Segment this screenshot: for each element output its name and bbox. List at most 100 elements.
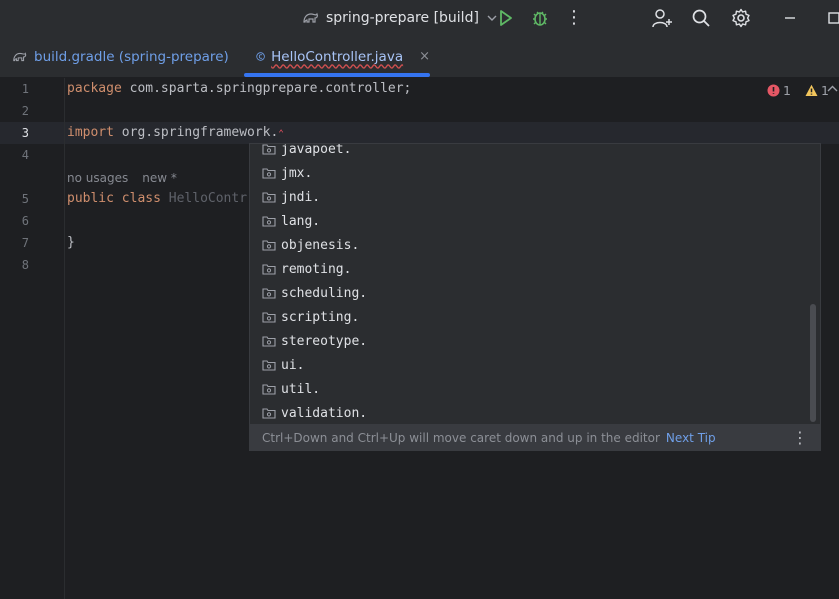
maximize-icon [828, 12, 839, 24]
completion-item-label: scheduling. [281, 285, 368, 301]
line-number: 3 [21, 126, 29, 140]
editor-tab-bar: build.gradle (spring-prepare) HelloContr… [0, 36, 839, 78]
completion-item-label: jmx. [281, 165, 313, 181]
completion-footer: Ctrl+Down and Ctrl+Up will move caret do… [250, 424, 820, 450]
completion-item[interactable]: remoting. [262, 257, 351, 281]
code-vision-hint[interactable]: no usages new * [67, 171, 191, 185]
code-text: com.sparta.springprepare.controller; [121, 81, 412, 96]
completion-item-label: validation. [281, 405, 368, 421]
completion-item[interactable]: jmx. [262, 161, 312, 185]
debug-button[interactable] [528, 6, 552, 30]
tip-text: Ctrl+Down and Ctrl+Up will move caret do… [262, 431, 660, 445]
more-vertical-icon[interactable]: ⋮ [562, 6, 586, 30]
completion-item-label: util. [281, 381, 321, 397]
completion-item-label: ui. [281, 357, 305, 373]
package-icon [262, 144, 276, 155]
usages-hint[interactable]: no usages [67, 171, 128, 185]
completion-item[interactable]: ui. [262, 353, 304, 377]
completion-item-label: scripting. [281, 309, 360, 325]
line-number: 5 [21, 192, 29, 206]
keyword: import [67, 125, 114, 140]
package-icon [262, 192, 276, 203]
settings-button[interactable] [729, 6, 753, 30]
completion-item-label: lang. [281, 213, 321, 229]
tab-build-gradle[interactable]: build.gradle (spring-prepare) [12, 36, 229, 77]
search-button[interactable] [689, 6, 713, 30]
completion-item[interactable]: scheduling. [262, 281, 367, 305]
package-icon [262, 264, 276, 275]
completion-item-label: jndi. [281, 189, 321, 205]
class-name: HelloContr [168, 191, 248, 206]
code-text: org.springframework. [113, 125, 279, 140]
completion-item[interactable]: javapoet. [262, 144, 351, 161]
completion-list[interactable]: javapoet. jmx. jndi. lang. objenesis. remotin… [250, 144, 820, 424]
run-icon [500, 10, 512, 26]
code-line: import org.springframework.⌃ [67, 125, 284, 140]
package-icon [262, 336, 276, 347]
title-bar: spring-prepare [build] ⋮ [0, 0, 839, 36]
line-number: 6 [21, 214, 29, 228]
keyword: package [67, 81, 122, 96]
minimize-icon [785, 17, 795, 19]
tab-label: HelloController.java [271, 48, 404, 65]
completion-item[interactable]: stereotype. [262, 329, 367, 353]
next-tip-link[interactable]: Next Tip [666, 431, 716, 445]
gutter-divider [64, 78, 65, 599]
gradle-icon [303, 12, 318, 23]
line-number: 7 [21, 236, 29, 250]
minimize-button[interactable] [778, 6, 802, 30]
keyword: public [67, 191, 114, 206]
code-line: package com.sparta.springprepare.control… [67, 81, 411, 96]
class-icon [256, 52, 265, 61]
error-marker: ⌃ [278, 129, 284, 139]
code-line: } [67, 235, 75, 250]
line-number: 4 [21, 148, 29, 162]
more-vertical-icon[interactable]: ⋮ [792, 428, 808, 447]
line-number: 1 [21, 82, 29, 96]
run-config-label: spring-prepare [build] [326, 10, 479, 26]
add-user-button[interactable] [650, 6, 674, 30]
code-line: public class HelloContr [67, 191, 247, 206]
warning-icon [805, 84, 818, 96]
completion-item[interactable]: scripting. [262, 305, 359, 329]
completion-item-label: javapoet. [281, 144, 352, 157]
package-icon [262, 360, 276, 371]
completion-item-label: remoting. [281, 261, 352, 277]
package-icon [262, 216, 276, 227]
error-icon [767, 84, 780, 97]
gear-icon [732, 8, 750, 28]
search-icon [692, 9, 710, 27]
close-icon[interactable]: × [419, 49, 430, 64]
package-icon [262, 408, 276, 419]
maximize-button[interactable] [822, 6, 839, 30]
completion-item-label: stereotype. [281, 333, 368, 349]
keyword: class [121, 191, 161, 206]
code-completion-popup: javapoet. jmx. jndi. lang. objenesis. remotin… [249, 143, 821, 451]
inspection-widget[interactable]: 1 1 [767, 83, 829, 98]
completion-item[interactable]: lang. [262, 209, 320, 233]
run-config-selector[interactable]: spring-prepare [build] [302, 7, 497, 29]
package-icon [262, 384, 276, 395]
author-hint[interactable]: new * [142, 171, 177, 185]
run-button[interactable] [494, 6, 518, 30]
gradle-icon [13, 51, 27, 61]
line-number: 8 [21, 258, 29, 272]
completion-item[interactable]: validation. [262, 401, 367, 424]
package-icon [262, 288, 276, 299]
tab-label: build.gradle (spring-prepare) [34, 48, 229, 65]
line-number: 2 [21, 104, 29, 118]
completion-item-label: objenesis. [281, 237, 360, 253]
error-count: 1 [783, 83, 791, 98]
add-user-icon [652, 9, 672, 28]
completion-item[interactable]: util. [262, 377, 320, 401]
package-icon [262, 240, 276, 251]
chevron-up-icon[interactable] [827, 82, 838, 96]
completion-item[interactable]: jndi. [262, 185, 320, 209]
active-tab-indicator [244, 73, 430, 77]
debug-icon [533, 11, 547, 26]
completion-item[interactable]: objenesis. [262, 233, 359, 257]
scrollbar[interactable] [810, 304, 816, 422]
package-icon [262, 312, 276, 323]
package-icon [262, 168, 276, 179]
tab-hello-controller[interactable]: HelloController.java × [246, 36, 430, 77]
